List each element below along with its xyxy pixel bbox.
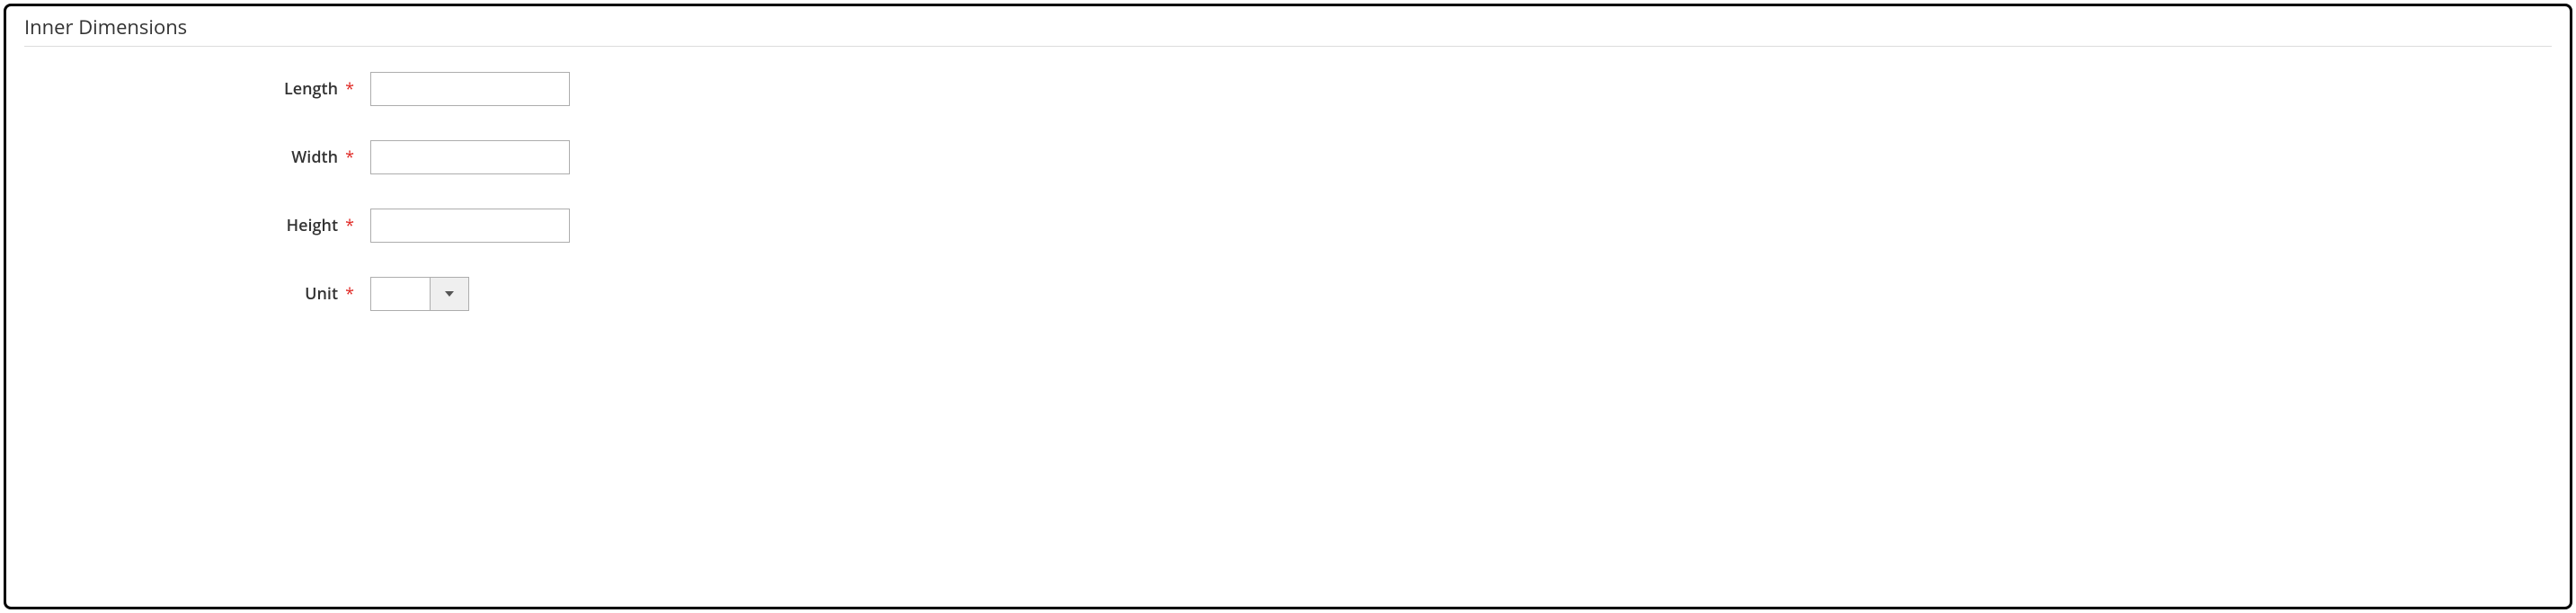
height-input[interactable] bbox=[370, 209, 570, 243]
required-mark-icon: * bbox=[345, 215, 354, 236]
length-input[interactable] bbox=[370, 72, 570, 106]
unit-row: Unit * bbox=[24, 277, 2552, 311]
unit-combobox bbox=[370, 277, 469, 311]
chevron-down-icon bbox=[445, 291, 454, 297]
width-label-cell: Width * bbox=[24, 147, 370, 168]
unit-label-cell: Unit * bbox=[24, 283, 370, 305]
height-label-cell: Height * bbox=[24, 215, 370, 236]
height-label: Height bbox=[287, 215, 338, 236]
required-mark-icon: * bbox=[345, 283, 354, 305]
unit-input[interactable] bbox=[370, 277, 430, 311]
section-title: Inner Dimensions bbox=[24, 13, 2552, 47]
length-row: Length * bbox=[24, 72, 2552, 106]
unit-dropdown-button[interactable] bbox=[430, 277, 469, 311]
width-row: Width * bbox=[24, 140, 2552, 174]
unit-label: Unit bbox=[305, 283, 338, 305]
width-label: Width bbox=[291, 147, 338, 168]
height-row: Height * bbox=[24, 209, 2552, 243]
required-mark-icon: * bbox=[345, 78, 354, 100]
required-mark-icon: * bbox=[345, 147, 354, 168]
width-input[interactable] bbox=[370, 140, 570, 174]
length-label: Length bbox=[284, 78, 338, 100]
inner-dimensions-fieldset: Inner Dimensions Length * Width * Height… bbox=[4, 4, 2572, 609]
length-label-cell: Length * bbox=[24, 78, 370, 100]
